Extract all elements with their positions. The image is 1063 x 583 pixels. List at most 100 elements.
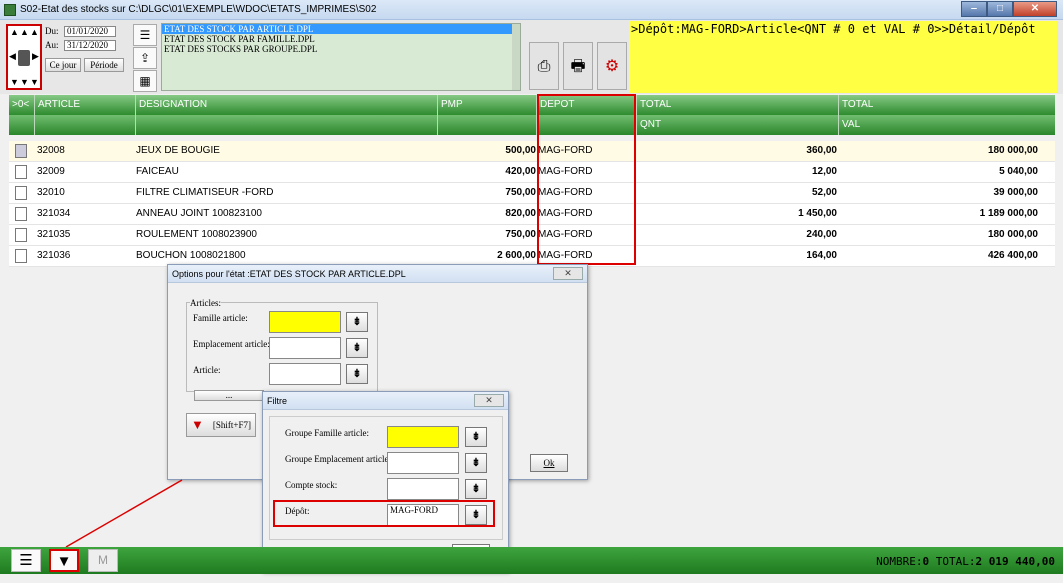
navigation-pad[interactable]: ▲ ▲ ▲ ◀ ▶ ▼ ▼ ▼ bbox=[6, 24, 42, 90]
cell-pmp: 500,00 bbox=[505, 145, 536, 156]
column-header[interactable]: ARTICLE bbox=[35, 95, 136, 115]
column-header[interactable]: PMP bbox=[438, 95, 537, 115]
shift-f7-label: [Shift+F7] bbox=[212, 420, 251, 430]
dialog-title: Options pour l'état :ETAT DES STOCK PAR … bbox=[168, 265, 587, 283]
report-list-scrollbar[interactable] bbox=[512, 24, 520, 90]
options-ok-button[interactable]: Ok bbox=[530, 454, 568, 472]
cell-pmp: 750,00 bbox=[505, 229, 536, 240]
article-field[interactable] bbox=[269, 363, 341, 385]
settings-sliders-icon[interactable]: ☰ bbox=[133, 24, 157, 46]
cell-pmp: 420,00 bbox=[505, 166, 536, 177]
toolbar: ▲ ▲ ▲ ◀ ▶ ▼ ▼ ▼ Du: 01/01/2020 Au: 31/12… bbox=[0, 20, 1063, 94]
famille-article-field[interactable] bbox=[269, 311, 341, 333]
export-icon[interactable]: ⇪ bbox=[133, 47, 157, 69]
dialog-close-button[interactable]: ✕ bbox=[474, 394, 504, 407]
cell-val: 1 189 000,00 bbox=[979, 208, 1038, 219]
table-row[interactable]: 32009 FAICEAU 420,00 MAG-FORD 12,00 5 040,00 bbox=[9, 162, 1055, 183]
column-header[interactable]: DESIGNATION bbox=[136, 95, 438, 115]
cell-article: 32008 bbox=[37, 145, 65, 156]
minimize-button[interactable]: ‒ bbox=[961, 1, 987, 17]
report-item[interactable]: ETAT DES STOCKS PAR GROUPE.DPL bbox=[162, 44, 520, 54]
arrow-up-right-icon[interactable]: ▲ bbox=[30, 28, 39, 37]
groupe-famille-lookup-icon[interactable]: ⇟ bbox=[465, 427, 487, 447]
cell-article: 321036 bbox=[37, 250, 71, 261]
toggle-zero-button[interactable]: >0< bbox=[9, 95, 35, 115]
close-button[interactable]: ✕ bbox=[1013, 1, 1057, 17]
groupe-emplacement-lookup-icon[interactable]: ⇟ bbox=[465, 453, 487, 473]
shift-f7-button[interactable]: ▼ [Shift+F7] bbox=[186, 413, 256, 437]
du-label: Du: bbox=[45, 26, 59, 36]
cell-designation: FILTRE CLIMATISEUR -FORD bbox=[136, 187, 274, 198]
m-button[interactable]: M bbox=[88, 549, 118, 572]
cell-article: 321035 bbox=[37, 229, 71, 240]
filter-remove-icon: ▼ bbox=[191, 417, 204, 432]
cell-designation: FAICEAU bbox=[136, 166, 179, 177]
maximize-button[interactable]: □ bbox=[987, 1, 1013, 17]
arrow-right-icon[interactable]: ▶ bbox=[32, 52, 39, 61]
arrow-left-icon[interactable]: ◀ bbox=[9, 52, 16, 61]
table-row[interactable]: 321034 ANNEAU JOINT 100823100 820,00 MAG-FO… bbox=[9, 204, 1055, 225]
groupe-famille-field[interactable] bbox=[387, 426, 459, 448]
table-header: >0< ARTICLE DESIGNATION PMP DEPOT TOTAL … bbox=[9, 95, 1055, 115]
famille-label: Famille article: bbox=[193, 313, 248, 323]
emplacement-label: Emplacement article: bbox=[193, 339, 270, 349]
cell-val: 180 000,00 bbox=[987, 229, 1038, 240]
groupe-emplacement-field[interactable] bbox=[387, 452, 459, 474]
row-checkbox[interactable] bbox=[15, 207, 27, 221]
cell-qnt: 1 450,00 bbox=[798, 208, 837, 219]
car-icon bbox=[18, 50, 30, 66]
row-checkbox[interactable] bbox=[15, 249, 27, 263]
more-button[interactable]: ... bbox=[194, 390, 264, 401]
report-list[interactable]: ETAT DES STOCK PAR ARTICLE.DPL ETAT DES … bbox=[161, 23, 521, 91]
arrow-up-icon[interactable]: ▲ bbox=[20, 28, 29, 37]
famille-lookup-icon[interactable]: ⇟ bbox=[346, 312, 368, 332]
row-checkbox[interactable] bbox=[15, 228, 27, 242]
row-checkbox[interactable] bbox=[15, 186, 27, 200]
cell-designation: BOUCHON 1008021800 bbox=[136, 250, 246, 261]
status-totals: NOMBRE:0 TOTAL:2 019 440,00 bbox=[876, 555, 1055, 568]
cell-designation: ANNEAU JOINT 100823100 bbox=[136, 208, 262, 219]
emplacement-lookup-icon[interactable]: ⇟ bbox=[346, 338, 368, 358]
periode-button[interactable]: Période bbox=[84, 58, 124, 72]
column-subheader: QNT bbox=[637, 115, 839, 135]
ce-jour-button[interactable]: Ce jour bbox=[45, 58, 81, 72]
compte-stock-lookup-icon[interactable]: ⇟ bbox=[465, 479, 487, 499]
emplacement-article-field[interactable] bbox=[269, 337, 341, 359]
stock-table: >0< ARTICLE DESIGNATION PMP DEPOT TOTAL … bbox=[9, 95, 1055, 267]
cell-val: 426 400,00 bbox=[987, 250, 1038, 261]
column-header[interactable]: TOTAL bbox=[839, 95, 1055, 115]
column-header[interactable]: TOTAL bbox=[637, 95, 839, 115]
cell-designation: ROULEMENT 1008023900 bbox=[136, 229, 257, 240]
cell-val: 180 000,00 bbox=[987, 145, 1038, 156]
filter-summary: >Dépôt:MAG-FORD>Article<QNT # 0 et VAL #… bbox=[629, 21, 1057, 93]
nombre-value: 0 bbox=[922, 555, 930, 568]
article-lookup-icon[interactable]: ⇟ bbox=[346, 364, 368, 384]
compte-stock-field[interactable] bbox=[387, 478, 459, 500]
chip-icon[interactable]: ▦ bbox=[133, 70, 157, 92]
au-date-field[interactable]: 31/12/2020 bbox=[64, 40, 116, 51]
row-checkbox[interactable] bbox=[15, 144, 27, 158]
cell-qnt: 12,00 bbox=[811, 166, 837, 177]
app-icon bbox=[4, 4, 16, 16]
table-row[interactable]: 321035 ROULEMENT 1008023900 750,00 MAG-FORD… bbox=[9, 225, 1055, 246]
printer-preview-icon[interactable]: ⎙ bbox=[529, 42, 559, 90]
menu-icon[interactable]: ☰ bbox=[11, 549, 41, 572]
cell-val: 39 000,00 bbox=[993, 187, 1039, 198]
report-item[interactable]: ETAT DES STOCK PAR FAMILLE.DPL bbox=[162, 34, 520, 44]
arrow-down-icon[interactable]: ▼ bbox=[20, 78, 29, 87]
row-checkbox[interactable] bbox=[15, 165, 27, 179]
compte-stock-label: Compte stock: bbox=[285, 480, 338, 490]
print-excel-icon[interactable]: 🖶 bbox=[563, 42, 593, 90]
dialog-close-button[interactable]: ✕ bbox=[553, 267, 583, 280]
column-subheader: VAL bbox=[842, 119, 861, 130]
arrow-up-left-icon[interactable]: ▲ bbox=[10, 28, 19, 37]
table-row[interactable]: 32010 FILTRE CLIMATISEUR -FORD 750,00 MAG-F… bbox=[9, 183, 1055, 204]
arrow-down-right-icon[interactable]: ▼ bbox=[30, 78, 39, 87]
arrow-down-left-icon[interactable]: ▼ bbox=[10, 78, 19, 87]
table-row[interactable]: 32008 JEUX DE BOUGIE 500,00 MAG-FORD 360,00 1… bbox=[9, 141, 1055, 162]
cancel-gear-icon[interactable]: ⚙ bbox=[597, 42, 627, 90]
report-item[interactable]: ETAT DES STOCK PAR ARTICLE.DPL bbox=[162, 24, 520, 34]
filter-funnel-icon[interactable]: ▼ bbox=[49, 549, 79, 572]
du-date-field[interactable]: 01/01/2020 bbox=[64, 26, 116, 37]
window-title: S02-Etat des stocks sur C:\DLGC\01\EXEMP… bbox=[20, 4, 377, 15]
